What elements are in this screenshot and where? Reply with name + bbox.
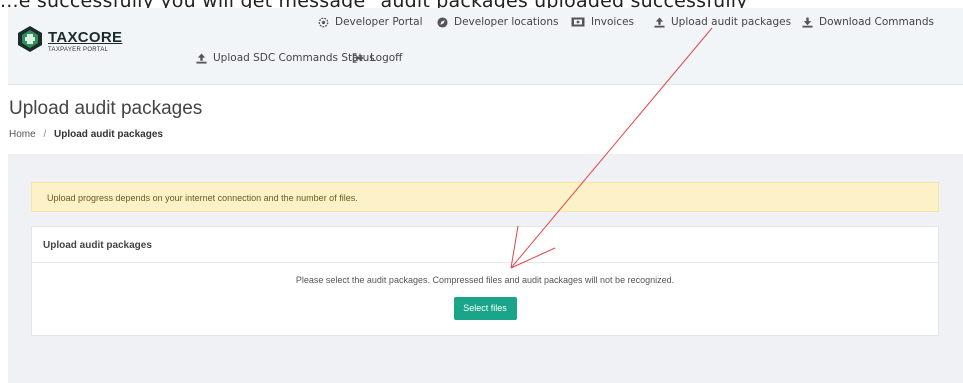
- nav-label: Logoff: [370, 52, 403, 64]
- upload-instruction: Please select the audit packages. Compre…: [295, 275, 675, 285]
- nav-label: Upload SDC Commands Status: [213, 52, 375, 64]
- nav-download-commands[interactable]: Download Commands: [802, 16, 934, 28]
- breadcrumb-current: Upload audit packages: [54, 129, 163, 140]
- nav-upload-sdc-commands-status[interactable]: Upload SDC Commands Status: [196, 52, 375, 64]
- logo-title: TAXCORE: [48, 29, 123, 46]
- nav-label: Download Commands: [819, 16, 934, 28]
- gear-icon: [318, 17, 329, 27]
- invoice-icon: [571, 17, 585, 27]
- breadcrumb-separator: /: [43, 129, 47, 140]
- panel-header: Upload audit packages: [32, 227, 938, 263]
- upload-icon: [196, 52, 207, 64]
- logo-icon: [18, 26, 42, 52]
- logoff-icon: [352, 53, 364, 63]
- panel-body: Please select the audit packages. Compre…: [32, 275, 938, 320]
- compass-icon: [437, 16, 448, 28]
- logo-subtitle: TAXPAYER PORTAL: [48, 47, 109, 53]
- nav-upload-audit-packages[interactable]: Upload audit packages: [654, 16, 791, 28]
- nav-label: Developer locations: [454, 16, 559, 28]
- nav-logoff[interactable]: Logoff: [352, 52, 402, 64]
- upload-icon: [654, 16, 665, 28]
- breadcrumb-home[interactable]: Home: [9, 129, 36, 140]
- upload-progress-alert: Upload progress depends on your internet…: [31, 182, 939, 212]
- nav-developer-portal[interactable]: Developer Portal: [318, 16, 423, 28]
- download-icon: [802, 16, 813, 28]
- nav-label: Invoices: [591, 16, 635, 28]
- navbar: TAXCORE TAXPAYER PORTAL Developer Portal…: [8, 8, 963, 85]
- nav-label: Developer Portal: [335, 16, 423, 28]
- logo[interactable]: TAXCORE TAXPAYER PORTAL: [16, 25, 126, 61]
- page-title: Upload audit packages: [9, 98, 203, 119]
- select-files-button[interactable]: Select files: [453, 297, 517, 320]
- nav-developer-locations[interactable]: Developer locations: [437, 16, 558, 28]
- nav-label: Upload audit packages: [671, 16, 792, 28]
- breadcrumb: Home / Upload audit packages: [9, 129, 163, 140]
- upload-panel: Upload audit packages Please select the …: [31, 226, 939, 336]
- nav-invoices[interactable]: Invoices: [571, 16, 634, 28]
